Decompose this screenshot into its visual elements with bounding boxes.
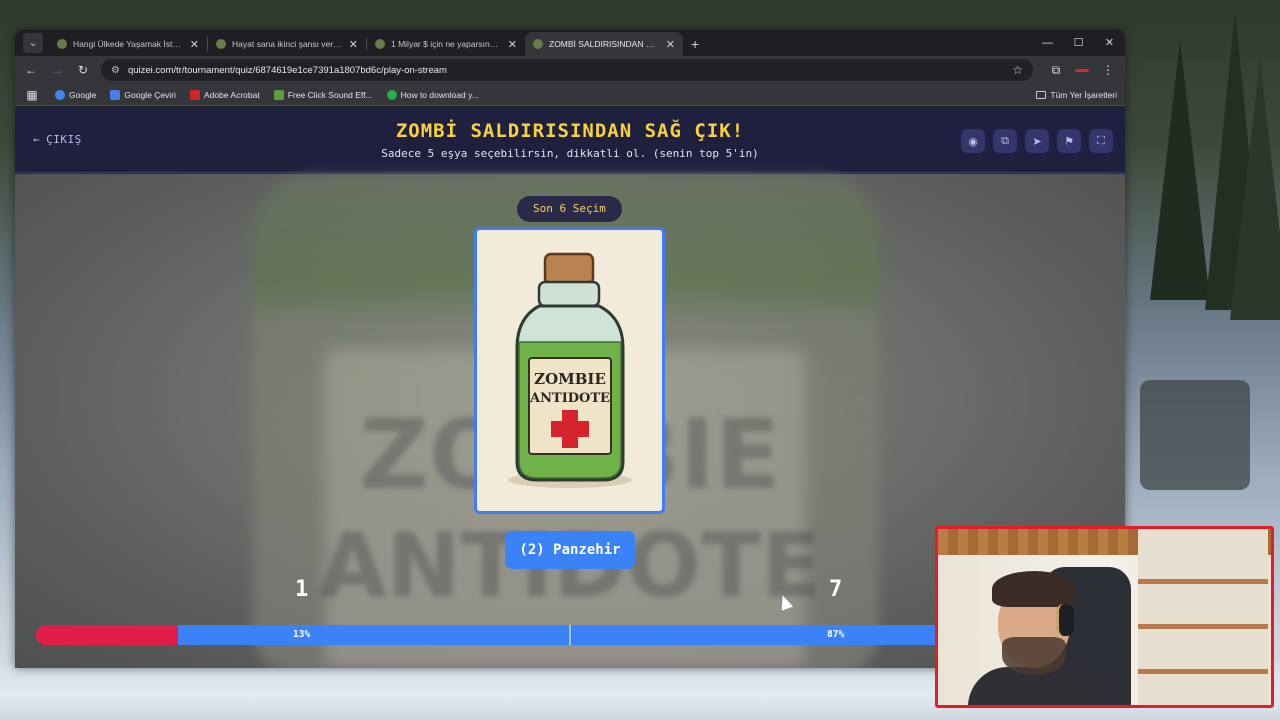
- quiz-header: ← ÇIKIŞ ZOMBİ SALDIRISINDAN SAĞ ÇIK! Sad…: [15, 107, 1125, 173]
- quizei-favicon-icon: [57, 39, 67, 49]
- choice-card[interactable]: ZOMBIE ANTIDOTE: [474, 227, 665, 514]
- tab-search-button[interactable]: ⌄: [23, 33, 43, 53]
- bookmark-free-click-sound[interactable]: Free Click Sound Eff...: [273, 89, 373, 100]
- folder-icon: [1036, 90, 1047, 99]
- left-vote-count: 1: [295, 577, 309, 602]
- bookmarks-bar: ▦ Google Google Çeviri Adobe Acrobat Fre…: [15, 84, 1125, 106]
- headphone-icon: [1056, 604, 1074, 636]
- quizei-favicon-icon: [216, 39, 226, 49]
- webcam-shelf-plank: [1138, 669, 1268, 674]
- close-icon[interactable]: ✕: [666, 38, 675, 51]
- tab-title: ZOMBİ SALDIRISINDAN SAĞ ÇI: [549, 39, 660, 49]
- close-icon[interactable]: ✕: [190, 38, 199, 51]
- background-vehicle: [1140, 380, 1250, 490]
- reload-icon[interactable]: ↻: [75, 63, 91, 77]
- bookmark-google[interactable]: Google: [55, 89, 96, 100]
- red-cross-icon: [551, 421, 589, 437]
- webcam-overlay: [935, 526, 1274, 708]
- maximize-icon[interactable]: ☐: [1063, 30, 1094, 56]
- background-tree: [1230, 60, 1280, 320]
- chevron-down-icon: ⌄: [28, 37, 38, 49]
- quizei-favicon-icon: [375, 39, 385, 49]
- webcam-person-beard: [1002, 637, 1066, 675]
- tab-title: 1 Milyar $ için ne yaparsın? - Q: [391, 39, 502, 49]
- quiz-subtitle: Sadece 5 eşya seçebilirsin, dikkatli ol.…: [381, 147, 759, 160]
- bottle-label-text: ZOMBIE: [534, 370, 606, 388]
- webcam-shelf: [1138, 529, 1268, 705]
- fullscreen-icon[interactable]: ⛶: [1089, 129, 1113, 153]
- right-vote-count: 7: [829, 577, 843, 602]
- left-vote-percent: 13%: [293, 629, 311, 640]
- bookmark-star-icon[interactable]: ☆: [1012, 63, 1023, 77]
- close-icon[interactable]: ✕: [508, 38, 517, 51]
- address-bar[interactable]: ⚙ quizei.com/tr/tournament/quiz/6874619e…: [101, 59, 1033, 81]
- vote-progress-left-fill: [36, 625, 178, 645]
- back-arrow-icon[interactable]: ←: [23, 63, 39, 77]
- background-tree: [1150, 40, 1210, 300]
- url-text: quizei.com/tr/tournament/quiz/6874619e1c…: [127, 64, 447, 76]
- choice-button-antidote[interactable]: (2) Panzehir: [505, 531, 635, 569]
- bottle-cork: [543, 252, 595, 286]
- close-window-icon[interactable]: ✕: [1094, 30, 1125, 56]
- browser-tab-active[interactable]: ZOMBİ SALDIRISINDAN SAĞ ÇI ✕: [525, 32, 683, 56]
- webcam-shelf-plank: [1138, 579, 1268, 584]
- all-bookmarks-button[interactable]: Tüm Yer İşaretleri: [1036, 90, 1117, 100]
- header-actions: ◉ ⧉ ➤ ⚑ ⛶: [961, 129, 1113, 153]
- flag-icon[interactable]: ⚑: [1057, 129, 1081, 153]
- antidote-bottle-image: ZOMBIE ANTIDOTE: [477, 230, 662, 511]
- google-icon: [55, 89, 65, 100]
- minimize-icon[interactable]: —: [1032, 30, 1063, 56]
- apps-grid-icon[interactable]: ▦: [23, 88, 41, 102]
- bottle-neck: [537, 280, 601, 308]
- site-info-icon[interactable]: ⚙: [111, 65, 120, 76]
- share-link-icon[interactable]: ⧉: [993, 129, 1017, 153]
- translate-icon: [110, 89, 121, 100]
- webcam-person-hair: [992, 571, 1076, 607]
- close-icon[interactable]: ✕: [349, 38, 358, 51]
- download-site-icon: [386, 89, 397, 100]
- tab-strip: ⌄ Hangi Ülkede Yaşamak İsterdin ✕ Hayat …: [15, 30, 1125, 56]
- vote-progress-divider: [569, 625, 571, 645]
- bottle-label-text: ANTIDOTE: [529, 391, 610, 406]
- eye-icon[interactable]: ◉: [961, 129, 985, 153]
- right-vote-percent: 87%: [827, 629, 845, 640]
- bookmark-how-to-download[interactable]: How to download y...: [386, 89, 479, 100]
- quizei-favicon-icon: [533, 39, 543, 49]
- round-badge: Son 6 Seçim: [517, 196, 622, 222]
- acrobat-icon: [189, 89, 200, 100]
- extensions-icon[interactable]: ⧉: [1047, 63, 1065, 78]
- browser-tab[interactable]: 1 Milyar $ için ne yaparsın? - Q ✕: [367, 32, 525, 56]
- recording-indicator: [1075, 68, 1089, 72]
- new-tab-button[interactable]: +: [691, 36, 699, 52]
- menu-dots-icon[interactable]: ⋮: [1099, 63, 1117, 77]
- bookmark-adobe-acrobat[interactable]: Adobe Acrobat: [189, 89, 260, 100]
- webcam-shelf-plank: [1138, 624, 1268, 629]
- sound-site-icon: [273, 89, 284, 100]
- window-controls: — ☐ ✕: [1032, 30, 1125, 56]
- browser-toolbar: ← → ↻ ⚙ quizei.com/tr/tournament/quiz/68…: [15, 56, 1125, 84]
- bookmark-google-translate[interactable]: Google Çeviri: [110, 89, 176, 100]
- quiz-title: ZOMBİ SALDIRISINDAN SAĞ ÇIK!: [395, 120, 745, 142]
- browser-tab[interactable]: Hangi Ülkede Yaşamak İsterdin ✕: [49, 32, 207, 56]
- browser-tab[interactable]: Hayat sana ikinci şansı verseydi ✕: [208, 32, 366, 56]
- forward-arrow-icon[interactable]: →: [49, 63, 65, 77]
- tab-title: Hangi Ülkede Yaşamak İsterdin: [73, 39, 184, 49]
- send-icon[interactable]: ➤: [1025, 129, 1049, 153]
- tab-title: Hayat sana ikinci şansı verseydi: [232, 39, 343, 49]
